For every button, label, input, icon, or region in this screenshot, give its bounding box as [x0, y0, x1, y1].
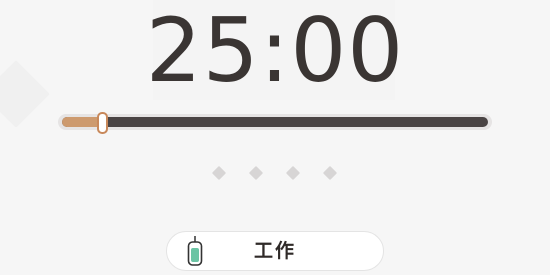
session-indicators: [211, 165, 338, 181]
slider-thumb[interactable]: [97, 112, 109, 134]
session-dot: [248, 165, 264, 181]
duration-slider[interactable]: [58, 112, 492, 134]
slider-fill: [62, 117, 103, 127]
session-dot: [211, 165, 227, 181]
session-dot: [285, 165, 301, 181]
slider-rail: [62, 117, 488, 127]
mode-label: 工作: [253, 240, 296, 262]
mode-selector-button[interactable]: 工作: [166, 231, 384, 271]
timer-display: 25:00: [145, 0, 405, 102]
session-dot: [322, 165, 338, 181]
tag-icon: [187, 236, 203, 266]
